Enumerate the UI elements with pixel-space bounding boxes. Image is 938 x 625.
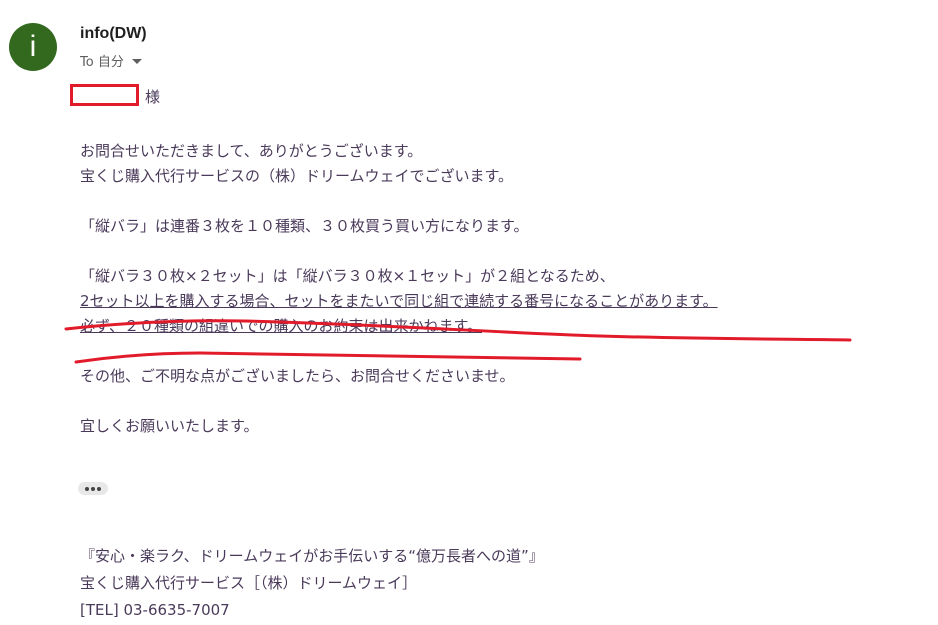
chevron-down-icon [131,59,142,64]
body-line-underlined: 必ず、２０種類の組違いでの購入のお約束は出来かねます。 [80,317,483,335]
recipient-label: To 自分 [80,55,124,70]
signature-line: 『安心・楽ラク、ドリームウェイがお手伝いする“億万長者への道”』 [80,547,544,565]
recipient-details-toggle[interactable]: To 自分 [80,51,142,70]
body-line: その他、ご不明な点がございましたら、お問合せくださいませ。 [80,367,515,385]
body-line: 「縦バラ」は連番３枚を１０種類、３０枚買う買い方になります。 [80,217,529,235]
salutation-suffix: 様 [145,88,161,106]
redacted-recipient-name [70,84,139,106]
sender-name: info(DW) [80,25,147,42]
dot-icon [97,486,101,491]
email-signature: 『安心・楽ラク、ドリームウェイがお手伝いする“億万長者への道”』 宝くじ購入代行… [80,543,544,624]
email-body: お問合せいただきまして、ありがとうございます。 宝くじ購入代行サービスの（株）ド… [80,139,718,439]
show-trimmed-content-button[interactable] [78,482,108,495]
signature-line: [TEL] 03-6635-7007 [80,601,230,619]
signature-line: 宝くじ購入代行サービス［（株）ドリームウェイ］ [80,574,418,592]
body-line: 宜しくお願いいたします。 [80,417,259,435]
sender-avatar: i [9,23,57,71]
body-line: お問合せいただきまして、ありがとうございます。 [80,142,423,160]
body-line: 「縦バラ３０枚×２セット」は「縦バラ３０枚×１セット」が２組となるため、 [80,267,615,285]
body-line-underlined: 2セット以上を購入する場合、セットをまたいで同じ組で連続する番号になることがあり… [80,292,718,310]
body-line: 宝くじ購入代行サービスの（株）ドリームウェイでございます。 [80,167,514,185]
dot-icon [91,486,95,491]
dot-icon [85,486,89,491]
avatar-letter: i [29,30,37,63]
